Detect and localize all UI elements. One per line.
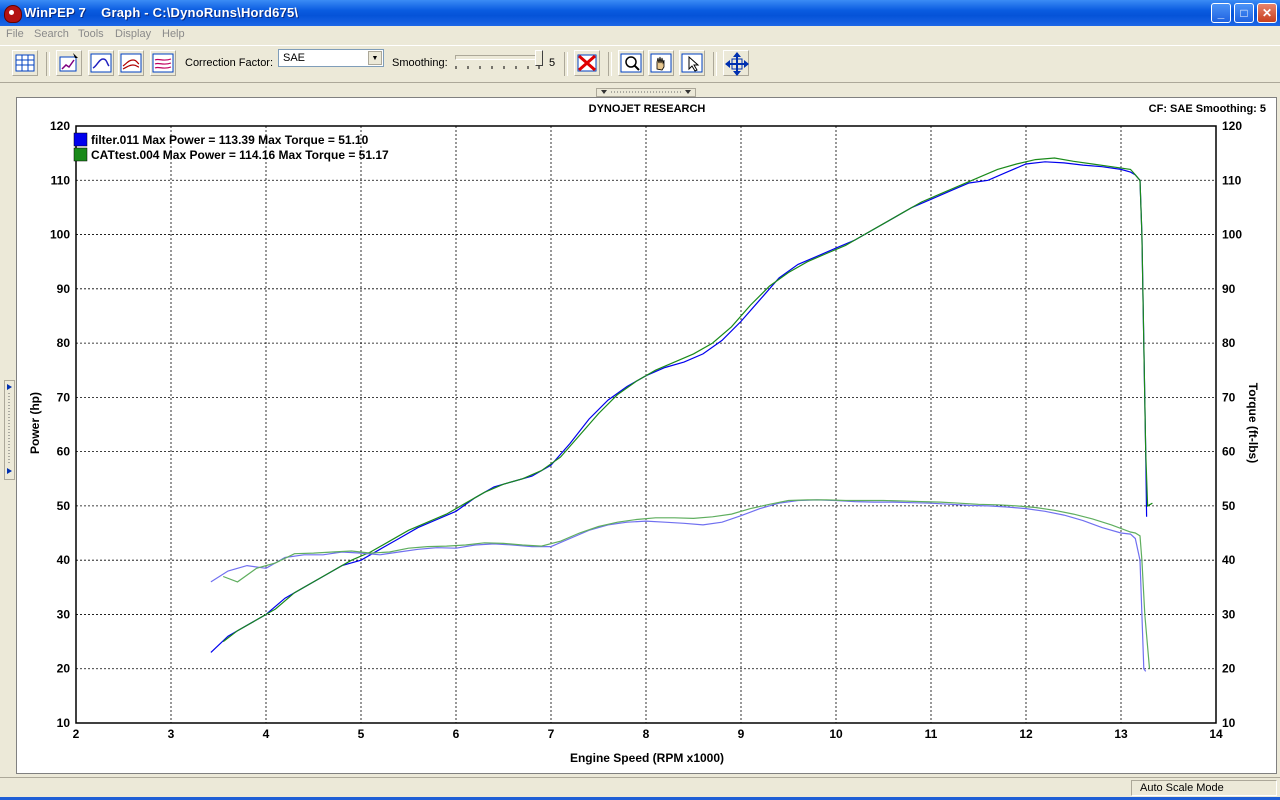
menu-display[interactable]: Display [115,28,151,40]
x-tick-label: 13 [1114,727,1128,741]
graph-overlay-icon[interactable] [118,50,144,76]
y-tick-label-right: 50 [1222,499,1236,513]
maximize-button[interactable]: □ [1234,3,1254,23]
menu-tools[interactable]: Tools [78,28,104,40]
y-tick-label-right: 110 [1222,173,1242,187]
dynojet-app-icon[interactable] [4,5,22,23]
y-tick-label-right: 100 [1222,228,1242,242]
correction-factor-select[interactable]: SAE ▼ [278,49,384,67]
y-tick-label: 30 [57,607,71,621]
y-tick-label-right: 60 [1222,445,1236,459]
smoothing-label: Smoothing: [392,57,448,69]
x-axis-label: Engine Speed (RPM x1000) [570,751,724,765]
zoom-icon[interactable] [618,50,644,76]
window-title: WinPEP 7 Graph - C:\DynoRuns\Hord675\ [24,5,299,20]
toolbar: Correction Factor: Smoothing: 5 [0,45,1280,83]
y-tick-label-right: 80 [1222,336,1236,350]
chart-info: CF: SAE Smoothing: 5 [1149,103,1266,115]
status-bar: Auto Scale Mode [0,777,1280,798]
chart-panel: DYNOJET RESEARCH CF: SAE Smoothing: 5 2 3… [16,97,1277,774]
toolbar-separator [713,52,717,76]
correction-factor-label: Correction Factor: [185,57,274,69]
dyno-chart[interactable]: DYNOJET RESEARCH CF: SAE Smoothing: 5 2 3… [17,98,1276,773]
y-tick-label: 80 [57,336,71,350]
graph-select-icon[interactable] [56,50,82,76]
y-tick-label: 90 [57,282,71,296]
menu-search[interactable]: Search [34,28,69,40]
x-tick-label: 4 [263,727,270,741]
x-tick-label: 6 [453,727,460,741]
side-panel-tab[interactable] [4,380,15,480]
x-tick-label: 11 [925,727,938,741]
cursor-icon[interactable] [679,50,705,76]
y-tick-label: 100 [50,228,70,242]
y-tick-label: 110 [51,173,71,187]
toolbar-separator [608,52,612,76]
chevron-down-icon[interactable]: ▼ [368,51,382,65]
y-tick-label: 10 [57,716,71,730]
y-tick-label: 40 [57,553,71,567]
graph-power-icon[interactable] [88,50,114,76]
y-tick-label: 20 [57,662,71,676]
y-tick-label-right: 20 [1222,662,1236,676]
slider-ticks [455,66,540,69]
status-pane-mode: Auto Scale Mode [1131,780,1277,796]
minimize-button[interactable]: _ [1211,3,1231,23]
series-line-torque [222,499,1151,669]
x-tick-label: 8 [643,727,650,741]
series-line-power [222,157,1153,643]
x-tick-label: 2 [73,727,80,741]
x-tick-label: 14 [1209,727,1223,741]
chart-title: DYNOJET RESEARCH [589,103,706,115]
delete-run-icon[interactable] [574,50,600,76]
y-axis-right-label: Torque (ft-lbs) [1246,383,1260,463]
y-tick-label-right: 40 [1222,553,1236,567]
auto-scale-icon[interactable] [723,50,749,76]
x-tick-label: 9 [738,727,745,741]
menu-bar: File Search Tools Display Help [0,26,1280,45]
x-tick-label: 7 [548,727,555,741]
splitter-grip[interactable] [596,88,696,97]
legend-entry: filter.011 Max Power = 113.39 Max Torque… [91,133,369,147]
series-line-power [210,161,1148,653]
legend-swatch [73,147,88,162]
menu-help[interactable]: Help [162,28,185,40]
x-tick-label: 10 [829,727,843,741]
legend-entry: CATtest.004 Max Power = 114.16 Max Torqu… [91,148,389,162]
y-tick-label: 50 [57,499,71,513]
toolbar-separator [564,52,568,76]
y-axis-label: Power (hp) [28,392,42,454]
menu-file[interactable]: File [6,28,24,40]
close-button[interactable]: ✕ [1257,3,1277,23]
series-line-torque [210,499,1147,672]
y-tick-label-right: 90 [1222,282,1236,296]
y-tick-label: 60 [57,445,71,459]
pan-hand-icon[interactable] [648,50,674,76]
x-tick-label: 12 [1019,727,1033,741]
correction-factor-value: SAE [283,52,306,64]
smoothing-value: 5 [549,57,556,69]
legend-swatch [73,132,88,147]
window-title-bar: WinPEP 7 Graph - C:\DynoRuns\Hord675\ _ … [0,0,1280,26]
y-tick-label-right: 30 [1222,607,1236,621]
y-tick-label-right: 120 [1222,119,1242,133]
y-tick-label: 120 [50,119,70,133]
toolbar-separator [46,52,50,76]
x-tick-label: 3 [168,727,175,741]
y-tick-label: 70 [57,390,71,404]
y-tick-label-right: 70 [1222,390,1236,404]
y-tick-label-right: 10 [1222,716,1236,730]
graph-multi-icon[interactable] [150,50,176,76]
smoothing-slider[interactable] [455,50,543,72]
status-mode-text: Auto Scale Mode [1140,782,1224,794]
x-tick-label: 5 [358,727,365,741]
table-view-icon[interactable] [12,50,38,76]
